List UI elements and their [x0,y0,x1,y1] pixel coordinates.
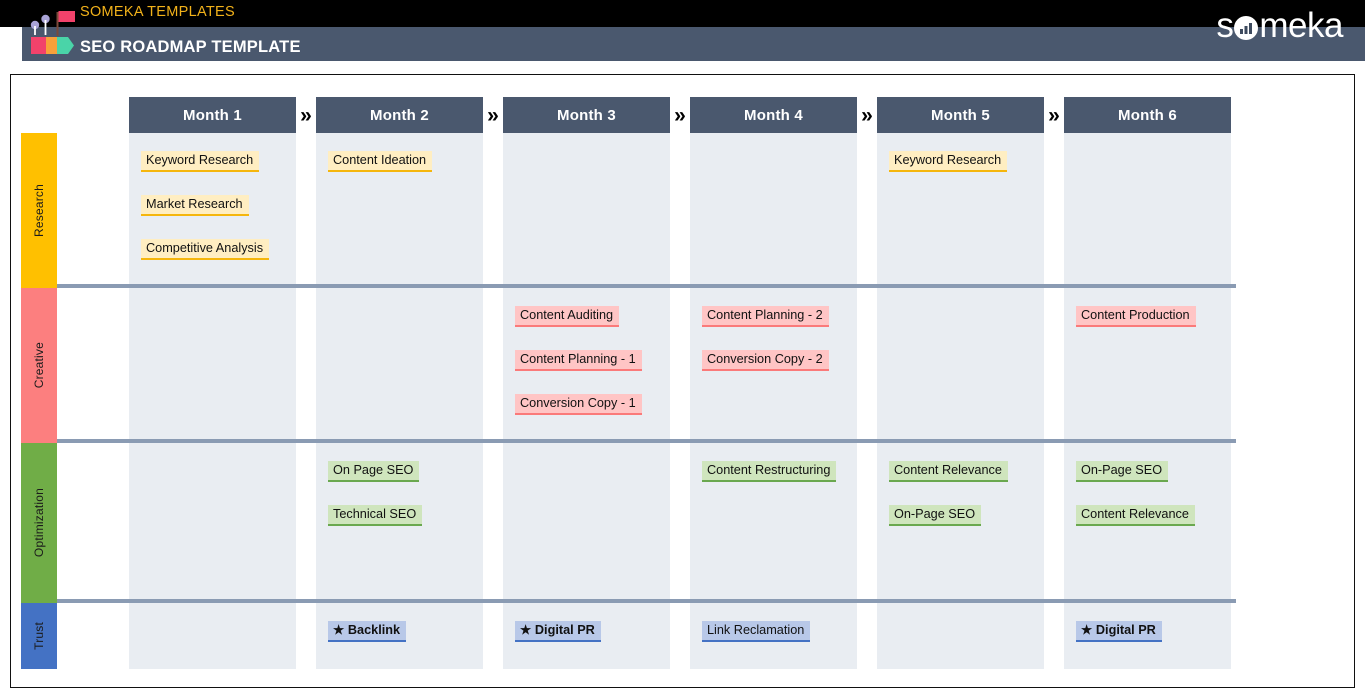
task-creative-m6-1[interactable]: Content Production [1076,306,1196,327]
task-research-m1-1[interactable]: Keyword Research [141,151,260,172]
roadmap-sheet: Month 1» Month 2» Month 3» Month 4» Month 5»… [10,74,1355,688]
wordmark-suffix: meka [1259,6,1343,45]
roadmap-body: Research Keyword Research Market Research C… [21,133,1236,669]
category-label-trust[interactable]: Trust [21,603,57,669]
page-title: SEO ROADMAP TEMPLATE [80,38,301,56]
task-research-m2-1[interactable]: Content Ideation [328,151,433,172]
task-creative-m3-1[interactable]: Content Auditing [515,306,620,327]
month-header-row: Month 1» Month 2» Month 3» Month 4» Month 5»… [129,97,1236,133]
month-column-4 [690,133,857,669]
month-header-2[interactable]: Month 2 [316,97,483,133]
task-optimization-m4-1[interactable]: Content Restructuring [702,461,837,482]
task-optimization-m6-2[interactable]: Content Relevance [1076,505,1195,526]
task-trust-m2-1[interactable]: ★ Backlink [328,621,407,642]
task-research-m5-1[interactable]: Keyword Research [889,151,1008,172]
task-trust-m3-1[interactable]: ★ Digital PR [515,621,601,642]
row-divider-3 [57,599,1236,603]
month-column-6 [1064,133,1231,669]
task-trust-m6-1[interactable]: ★ Digital PR [1076,621,1162,642]
category-label-research[interactable]: Research [21,133,57,288]
bar-chart-o-icon [1233,15,1259,41]
category-label-text: Trust [32,622,46,650]
task-optimization-m2-2[interactable]: Technical SEO [328,505,423,526]
category-label-text: Research [32,184,46,237]
category-label-optimization[interactable]: Optimization [21,443,57,603]
task-research-m1-3[interactable]: Competitive Analysis [141,239,270,260]
task-optimization-m5-2[interactable]: On-Page SEO [889,505,982,526]
row-divider-2 [57,439,1236,443]
month-column-2 [316,133,483,669]
task-creative-m3-2[interactable]: Content Planning - 1 [515,350,642,371]
task-creative-m4-2[interactable]: Conversion Copy - 2 [702,350,829,371]
task-creative-m4-1[interactable]: Content Planning - 2 [702,306,829,327]
someka-wordmark: s meka [1216,8,1343,43]
month-header-3[interactable]: Month 3 [503,97,670,133]
category-label-text: Optimization [32,488,46,558]
task-optimization-m6-1[interactable]: On-Page SEO [1076,461,1169,482]
task-optimization-m5-1[interactable]: Content Relevance [889,461,1008,482]
task-trust-m4-1[interactable]: Link Reclamation [702,621,811,642]
month-column-5 [877,133,1044,669]
category-label-creative[interactable]: Creative [21,288,57,443]
row-divider-1 [57,284,1236,288]
roadmap-grid: Month 1» Month 2» Month 3» Month 4» Month 5»… [21,97,1236,669]
month-header-6[interactable]: Month 6 [1064,97,1231,133]
month-header-5[interactable]: Month 5 [877,97,1044,133]
someka-roadmap-logo-icon [28,6,78,56]
wordmark-prefix: s [1216,6,1234,45]
task-research-m1-2[interactable]: Market Research [141,195,249,216]
task-optimization-m2-1[interactable]: On Page SEO [328,461,420,482]
month-header-4[interactable]: Month 4 [690,97,857,133]
task-creative-m3-3[interactable]: Conversion Copy - 1 [515,394,642,415]
category-label-text: Creative [32,342,46,389]
someka-templates-label: SOMEKA TEMPLATES [80,4,235,20]
month-header-1[interactable]: Month 1 [129,97,296,133]
